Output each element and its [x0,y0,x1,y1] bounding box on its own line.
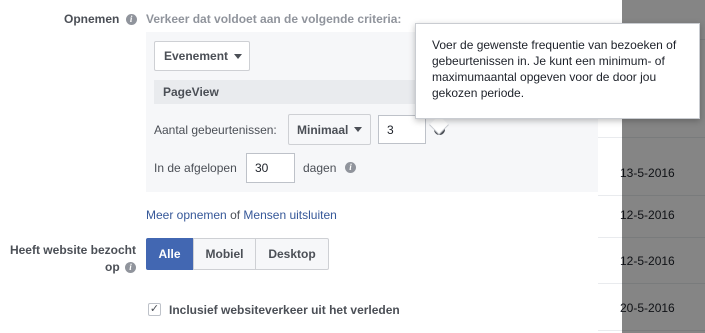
period-prefix: In de afgelopen [154,161,237,175]
visited-on-label-line1: Heeft website bezocht [9,243,136,257]
past-traffic-checkbox[interactable]: ✓ [148,303,161,316]
more-include-link[interactable]: Meer opnemen [146,208,227,222]
or-text: of [230,208,241,222]
visited-on-label: Heeft website bezocht op i [8,242,136,276]
event-name: PageView [163,85,219,99]
event-count-label: Aantal gebeurtenissen: [154,123,277,137]
period-days-value: 30 [255,161,269,175]
device-option-desktop[interactable]: Desktop [255,238,329,270]
frequency-tooltip: Voer de gewenste frequentie van bezoeken… [415,23,700,119]
event-type-dropdown[interactable]: Evenement [154,41,250,71]
period-suffix: dagen [303,161,337,175]
include-exclude-links: Meer opnemen of Mensen uitsluiten [146,208,337,222]
period-days-input[interactable]: 30 [246,153,295,183]
device-option-all[interactable]: Alle [146,238,193,270]
visited-on-label-line2: op [104,260,120,274]
include-label: Opnemen [64,12,120,26]
tooltip-text: Voer de gewenste frequentie van bezoeken… [432,38,677,100]
include-label-row: Opnemen i [64,12,137,26]
info-icon[interactable]: i [345,162,356,173]
exclude-people-link[interactable]: Mensen uitsluiten [243,208,336,222]
device-option-mobile[interactable]: Mobiel [193,238,256,270]
count-mode-dropdown[interactable]: Minimaal [288,114,371,145]
chevron-down-icon [234,53,243,59]
event-count-value: 3 [387,122,394,137]
chevron-down-icon [354,127,363,132]
event-type-label: Evenement [164,49,229,63]
info-icon[interactable]: i [125,262,136,274]
criteria-title: Verkeer dat voldoet aan de volgende crit… [146,12,402,26]
visited-on-label-line2-row: op i [8,259,136,276]
past-traffic-label: Inclusief websiteverkeer uit het verlede… [169,303,400,317]
event-count-input[interactable]: 3 [378,115,426,144]
count-mode-label: Minimaal [297,122,349,137]
info-icon[interactable]: i [125,14,137,26]
